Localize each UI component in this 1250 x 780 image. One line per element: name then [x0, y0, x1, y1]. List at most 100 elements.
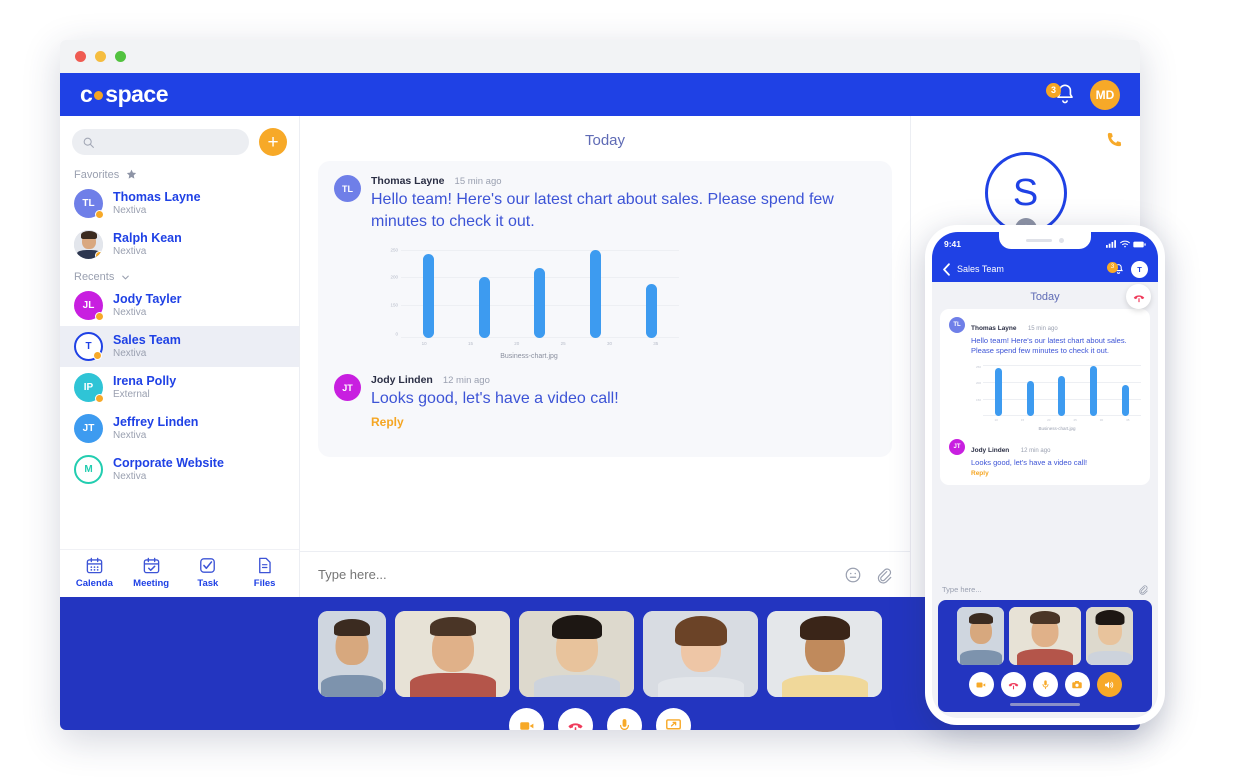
- nav-meeting[interactable]: Meeting: [126, 556, 176, 589]
- contact-thomas-layne[interactable]: TL Thomas Layne Nextiva: [60, 183, 299, 224]
- microphone-button[interactable]: [607, 708, 642, 730]
- chart-attachment[interactable]: 250 200 150 0 10 15 20 25 30 35 Business…: [379, 246, 679, 360]
- avatar: TL: [74, 189, 104, 219]
- notifications-button[interactable]: 3: [1046, 82, 1078, 108]
- contact-ralph-kean[interactable]: Ralph Kean Nextiva: [60, 224, 299, 265]
- chart-bar: [534, 268, 546, 339]
- participant-tile[interactable]: [519, 611, 634, 697]
- chat-scroll-area[interactable]: Today TL Thomas Layne 15 min ago Hello t…: [300, 116, 910, 551]
- participant-tile[interactable]: [1086, 607, 1133, 665]
- chart-bar: [1121, 385, 1129, 416]
- detail-actions: [911, 130, 1140, 150]
- add-new-button[interactable]: +: [259, 128, 287, 156]
- phone-space-avatar[interactable]: T: [1131, 260, 1148, 278]
- screen-share-button[interactable]: [656, 708, 691, 730]
- contact-jody-tayler[interactable]: JL Jody Tayler Nextiva: [60, 285, 299, 326]
- window-maximize-button[interactable]: [115, 51, 126, 62]
- hangup-button[interactable]: [1000, 672, 1026, 697]
- screen-share-icon: [665, 719, 682, 730]
- attachment-icon[interactable]: [1137, 584, 1148, 595]
- space-avatar-initial: S: [1012, 171, 1039, 214]
- contact-org: External: [113, 389, 150, 401]
- phone-call-controls: [944, 672, 1146, 697]
- participant-tile[interactable]: [643, 611, 758, 697]
- attachment-icon[interactable]: [874, 566, 892, 584]
- participant-tile[interactable]: [395, 611, 510, 697]
- avatar: TL: [334, 175, 361, 202]
- nav-files-label: Files: [253, 578, 276, 589]
- search-input[interactable]: [101, 136, 235, 148]
- chart-y-axis: 250 200 150 0: [379, 246, 401, 338]
- video-camera-button[interactable]: [509, 708, 544, 730]
- back-chevron-icon[interactable]: [942, 262, 951, 276]
- contact-jeffrey-linden[interactable]: JT Jeffrey Linden Nextiva: [60, 408, 299, 449]
- participant-tile[interactable]: [318, 611, 386, 697]
- section-favorites[interactable]: Favorites: [60, 162, 299, 183]
- window-close-button[interactable]: [75, 51, 86, 62]
- message-input[interactable]: [318, 567, 832, 582]
- avatar: IP: [74, 373, 104, 403]
- emoji-icon[interactable]: [844, 566, 862, 584]
- phone-notch: [999, 232, 1091, 249]
- contact-corporate-website[interactable]: M Corporate Website Nextiva: [60, 449, 299, 490]
- user-avatar[interactable]: MD: [1090, 79, 1120, 110]
- x-tick-label: 20: [514, 341, 520, 347]
- phone-participant-tiles: [944, 607, 1146, 665]
- video-camera-button[interactable]: [968, 672, 994, 697]
- contact-name: Jody Tayler: [113, 291, 182, 306]
- phone-composer[interactable]: Type here...: [932, 578, 1158, 600]
- speaker-button[interactable]: [1096, 672, 1122, 697]
- y-tick-label: 150: [975, 398, 981, 402]
- phone-chart-attachment[interactable]: 250 200 150 10 15 20 25 30 35 Business-c…: [973, 364, 1141, 431]
- phone-mockup: 9:41 Sales Team 3 T Today TL Thomas Layn…: [925, 225, 1165, 725]
- day-separator: Today: [584, 132, 626, 149]
- avatar-initials: TL: [342, 183, 353, 194]
- sidebar-bottom-nav: Calenda Meeting Task Files: [60, 549, 299, 597]
- phone-hangup-icon: [568, 723, 583, 730]
- chart-bar: [1090, 365, 1098, 416]
- x-tick-label: 10: [994, 417, 998, 422]
- nav-calendar[interactable]: Calenda: [69, 556, 119, 589]
- phone-icon[interactable]: [1104, 130, 1124, 150]
- contact-org: Nextiva: [113, 205, 147, 217]
- window-minimize-button[interactable]: [95, 51, 106, 62]
- battery-icon: [1133, 241, 1146, 247]
- phone-status-icons: [1106, 240, 1146, 248]
- phone-status-time: 9:41: [944, 239, 962, 249]
- x-tick-label: 20: [1047, 417, 1051, 422]
- contact-sales-team[interactable]: T Sales Team Nextiva: [60, 326, 299, 367]
- y-tick-label: 200: [975, 381, 981, 386]
- reply-link[interactable]: Reply: [371, 415, 876, 429]
- section-recents[interactable]: Recents: [60, 265, 299, 285]
- nav-files[interactable]: Files: [240, 556, 290, 589]
- chart-plot-area: [401, 246, 679, 339]
- participant-tile[interactable]: [1009, 607, 1081, 665]
- video-icon: [976, 682, 986, 687]
- phone-notifications-button[interactable]: 3: [1107, 261, 1125, 276]
- presence-dot-icon: [95, 312, 104, 321]
- hangup-button[interactable]: [558, 708, 593, 730]
- nav-task[interactable]: Task: [183, 556, 233, 589]
- phone-chat-area[interactable]: TL Thomas Layne 15 min ago Hello team! H…: [932, 309, 1158, 578]
- phone-back-label[interactable]: Sales Team: [957, 264, 1004, 274]
- microphone-icon: [1042, 680, 1048, 690]
- camera-button[interactable]: [1064, 672, 1090, 697]
- message-card: TL Thomas Layne 15 min ago Hello team! H…: [318, 161, 892, 457]
- participant-tile[interactable]: [767, 611, 882, 697]
- app-logo[interactable]: c space: [80, 81, 169, 108]
- message-item: TL Thomas Layne 15 min ago Hello team! H…: [334, 175, 876, 360]
- avatar-initials: M: [84, 464, 93, 475]
- phone-message-text: Looks good, let's have a video call!: [971, 457, 1088, 467]
- y-tick-label: 0: [395, 331, 398, 337]
- phone-message-timestamp: 12 min ago: [1020, 447, 1051, 454]
- file-icon: [259, 557, 271, 574]
- participant-tile[interactable]: [957, 607, 1004, 665]
- search-box[interactable]: [72, 129, 249, 155]
- calendar-check-icon: [143, 557, 159, 574]
- contact-irena-polly[interactable]: IP Irena Polly External: [60, 367, 299, 408]
- phone-chart-caption: Business-chart.jpg: [1038, 425, 1076, 431]
- microphone-button[interactable]: [1032, 672, 1058, 697]
- phone-hangup-button[interactable]: [1126, 284, 1151, 309]
- avatar-initials: JT: [82, 423, 95, 434]
- phone-reply-link[interactable]: Reply: [971, 470, 1141, 477]
